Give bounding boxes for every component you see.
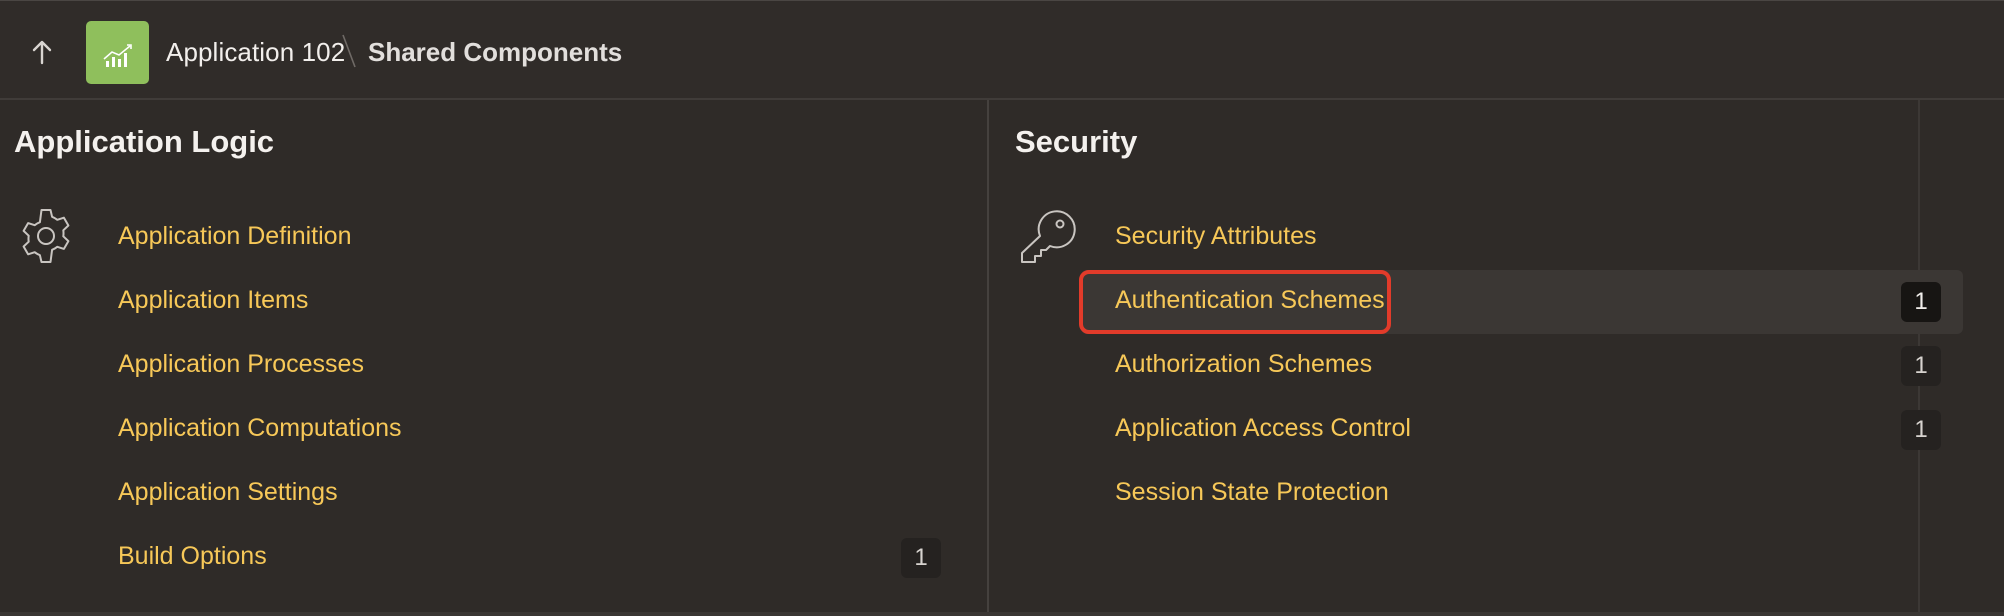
list-item-build-options[interactable]: Build Options 1 [96, 526, 946, 590]
application-logic-region: Application Logic Application Definition… [0, 100, 989, 616]
security-region: Security Security Attributes Authenticat… [989, 100, 2004, 616]
list-item-application-processes[interactable]: Application Processes [96, 334, 946, 398]
link-label[interactable]: Authentication Schemes [1115, 286, 1385, 315]
navigate-up-button[interactable] [22, 34, 62, 70]
gear-icon [22, 209, 70, 263]
link-label[interactable]: Build Options [118, 542, 267, 571]
count-badge: 1 [901, 538, 941, 578]
region-title: Application Logic [14, 124, 275, 159]
list-item-application-items[interactable]: Application Items [96, 270, 946, 334]
count-badge: 1 [1901, 282, 1941, 322]
region-title: Security [1015, 124, 1138, 159]
link-label[interactable]: Application Processes [118, 350, 364, 379]
arrow-up-icon [32, 40, 52, 65]
count-badge: 1 [1901, 410, 1941, 450]
link-label[interactable]: Application Settings [118, 478, 338, 507]
list-item-security-attributes[interactable]: Security Attributes [1093, 206, 1963, 270]
count-badge: 1 [1901, 346, 1941, 386]
link-label[interactable]: Application Computations [118, 414, 402, 443]
shared-components-page: Application 102 Shared Components Applic… [0, 0, 2004, 616]
link-label[interactable]: Application Items [118, 286, 308, 315]
link-label[interactable]: Application Access Control [1115, 414, 1411, 443]
link-label[interactable]: Authorization Schemes [1115, 350, 1372, 379]
list-item-authorization-schemes[interactable]: Authorization Schemes 1 [1093, 334, 1963, 398]
breadcrumb-application-link[interactable]: Application 102 [166, 37, 345, 68]
list-item-session-state-protection[interactable]: Session State Protection [1093, 462, 1963, 526]
page-title: Shared Components [368, 37, 623, 67]
breadcrumb-separator [342, 34, 356, 68]
list-item-application-settings[interactable]: Application Settings [96, 462, 946, 526]
application-logic-list: Application Definition Application Items… [96, 206, 946, 590]
list-item-authentication-schemes[interactable]: Authentication Schemes 1 [1079, 270, 1963, 334]
link-label[interactable]: Session State Protection [1115, 478, 1389, 507]
list-item-application-computations[interactable]: Application Computations [96, 398, 946, 462]
link-label[interactable]: Security Attributes [1115, 222, 1316, 251]
bar-chart-icon [103, 44, 132, 67]
key-icon [1021, 210, 1076, 263]
page-header: Application 102 Shared Components [0, 0, 2004, 100]
link-label[interactable]: Application Definition [118, 222, 351, 251]
security-list: Security Attributes Authentication Schem… [1079, 206, 1963, 526]
list-item-application-definition[interactable]: Application Definition [96, 206, 946, 270]
bottom-border [0, 612, 2004, 616]
list-item-application-access-control[interactable]: Application Access Control 1 [1093, 398, 1963, 462]
application-icon[interactable] [86, 21, 149, 84]
